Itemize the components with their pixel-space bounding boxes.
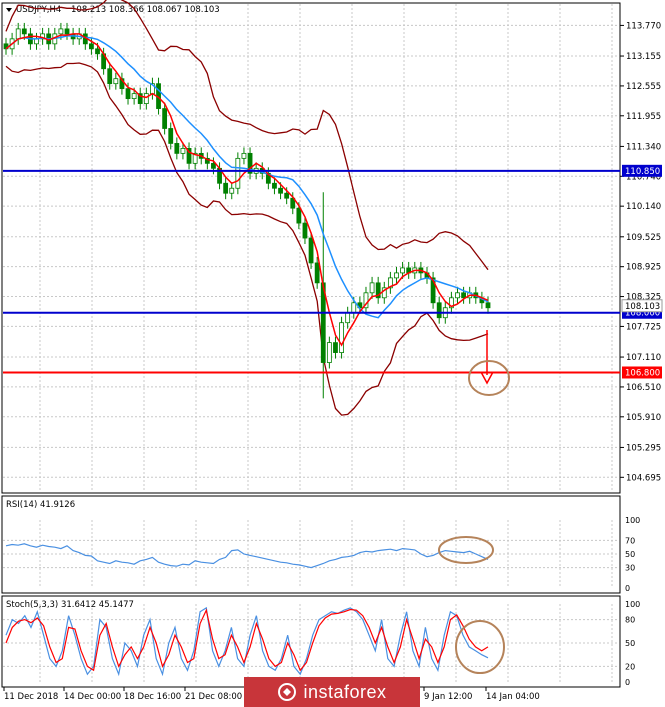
time-tick-label: 18 Dec 16:00 [124,692,181,702]
time-tick-label: 9 Jan 12:00 [424,692,472,702]
candle-body [461,292,466,299]
price-tick-label: 112.555 [626,82,661,92]
price-tick-label: 113.770 [626,21,661,31]
candle-body [168,128,174,144]
candle-body [58,28,64,35]
instaforex-watermark: instaforex [244,677,420,707]
bollinger-bands [5,0,489,416]
sub-tick-label: 70 [625,536,635,545]
sub-tick-label: 100 [625,516,640,525]
candle-body [241,152,247,159]
time-tick-label: 14 Dec 00:00 [64,692,121,702]
candle-body [455,292,460,299]
candle-body [485,302,491,309]
candle-body [339,322,344,353]
chart-canvas: USDJPY,H4 108.213 108.366 108.067 108.10… [1,0,663,702]
time-tick-label: 11 Dec 2018 [4,692,58,702]
price-tick-label: 104.695 [626,473,661,483]
candle-body [89,43,94,50]
candle-body [302,222,308,239]
bollinger-upper [5,0,489,271]
candle-body [235,157,241,189]
sub-tick-label: 30 [625,564,635,573]
rsi-line [5,543,489,569]
candle-body [223,182,229,194]
current-price-label: 108.103 [625,302,660,312]
price-tick-label: 105.295 [626,443,661,453]
candle-body [296,207,302,224]
candle-body [272,182,277,189]
sub-tick-label: 100 [625,600,640,609]
price-axis: 113.770113.155112.555111.955111.340110.7… [620,21,661,483]
time-tick-label: 14 Jan 04:00 [486,692,540,702]
candle-body [113,78,119,85]
price-tick-label: 111.340 [626,142,661,152]
sub-tick-label: 50 [625,639,635,648]
sub-tick-label: 20 [625,662,635,671]
candle-body [314,262,320,284]
rsi-panel-frame [1,495,621,594]
candle-body [351,302,357,314]
moving-averages [5,33,489,347]
candlesticks [3,22,491,399]
rsi-title: RSI(14) 41.9126 [6,500,75,510]
sub-tick-label: 0 [625,584,630,593]
candle-body [131,93,137,100]
candle-body [15,28,21,40]
level-tag-label: 110.850 [625,167,660,177]
candle-body [284,192,290,199]
price-tick-label: 111.955 [626,112,661,122]
candle-body [64,28,70,35]
candle-body [229,187,235,194]
sub-tick-label: 80 [625,616,635,625]
candle-body [21,28,27,35]
candle-body [345,312,351,324]
stoch-signal-line [5,608,489,672]
candle-body [143,93,149,104]
rsi-circle [438,536,494,564]
candle-body [174,143,180,154]
candle-body [278,187,283,194]
price-tick-label: 113.155 [626,52,661,62]
candle-body [107,68,113,85]
rsi-grid: 100 70 50 30 0 [3,516,640,593]
candle-body [394,272,399,279]
price-tick-label: 107.725 [626,322,661,332]
candle-body [369,282,375,294]
candle-body [436,302,442,319]
stoch-title: Stoch(5,3,3) 31.6412 45.1477 [6,600,134,610]
sub-tick-label: 0 [625,678,630,687]
ohlc-values: 108.213 108.366 108.067 108.103 [71,5,220,15]
candle-body [211,162,216,169]
sub-tick-label: 50 [625,550,635,559]
candle-body [180,148,186,154]
candle-body [400,267,405,274]
price-tick-label: 105.910 [626,413,661,423]
ma-fast-line [5,33,489,347]
time-tick-label: 21 Dec 08:00 [185,692,242,702]
symbol-label: USDJPY,H4 [16,5,61,15]
candle-body [333,342,338,353]
price-tick-label: 108.925 [626,263,661,273]
price-tick-label: 106.510 [626,383,661,393]
instaforex-logo-icon [278,683,297,701]
ma-slow-line [5,35,489,319]
horizontal-levels: 110.850108.000106.800108.103 [3,164,663,379]
stoch-circle [455,620,505,674]
candle-body [162,108,168,129]
candle-body [125,88,131,100]
candle-body [308,237,314,264]
candle-body [326,342,332,363]
level-tag-label: 106.800 [625,368,660,378]
price-tick-label: 109.525 [626,233,661,243]
candle-body [95,48,100,55]
price-tick-label: 107.110 [626,353,661,363]
symbol-dropdown-icon[interactable] [6,8,12,12]
price-tick-label: 110.140 [626,202,661,212]
